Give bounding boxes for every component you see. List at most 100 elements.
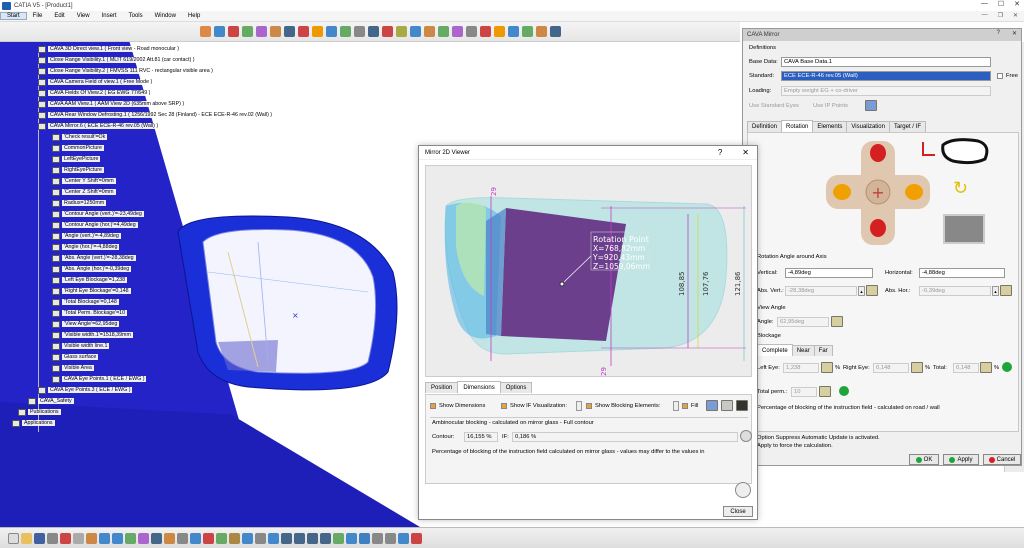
eye-points-picker-icon[interactable] [865,100,877,111]
vertical-angle-field[interactable]: -4,89deg [785,268,873,278]
right-eye-calculator-icon[interactable] [911,362,923,373]
show-blocking-checkbox[interactable] [586,403,592,409]
view-angle-calculator-icon[interactable] [831,316,843,327]
tree-item[interactable]: Applications [12,418,55,428]
tree-item[interactable]: CAVA_Safety [28,396,74,406]
tree-item[interactable]: CAVA Eye Points.1 ( ECE / EWG ) [52,374,147,384]
tool-icon[interactable] [466,26,477,37]
tree-item[interactable]: 'Total Blockage'=0,148 [52,297,119,307]
tool-icon[interactable] [125,532,136,544]
standard-dropdown[interactable]: ECE ECE-R-46 rev.05 (Wall) [781,71,991,81]
save-icon[interactable] [34,532,45,544]
tree-item[interactable]: CAVA Rear Window Defrosting.1 ( 1256/199… [38,110,275,120]
tree-item[interactable]: 'Abs. Angle (vert.)'=-28,38deg [52,253,136,263]
menu-insert[interactable]: Insert [96,13,123,19]
tool-icon[interactable] [200,26,211,37]
paste-icon[interactable] [86,532,97,544]
tool-icon[interactable] [203,532,214,544]
maximize-icon[interactable]: ☐ [998,0,1004,8]
abs-hor-spinner[interactable]: ▲ [992,286,999,296]
iso-view-icon[interactable] [346,532,357,544]
rotate-icon[interactable] [294,532,305,544]
tool-icon[interactable] [177,532,188,544]
tab-options[interactable]: Options [499,382,533,393]
zoom-in-icon[interactable] [307,532,318,544]
tool-icon[interactable] [410,26,421,37]
tree-item[interactable]: Close Range Visibility.1 ( MLIT 619/2002… [38,55,197,65]
tree-item[interactable]: LeftEyePicture [52,154,101,164]
doc-close-icon[interactable]: ✕ [1013,12,1018,19]
tool-icon[interactable] [550,26,561,37]
tree-item[interactable]: 'Total Perm. Blockage'=10 [52,308,128,318]
panel-help-icon[interactable]: ? [997,30,1000,37]
hide-show-icon[interactable] [372,532,383,544]
tree-item[interactable]: 'Angle (vert.)'=-4,89deg [52,231,121,241]
tool-icon[interactable] [242,26,253,37]
shading-icon[interactable] [359,532,370,544]
tree-item[interactable]: 'Center Y Shift'=0mm [52,176,116,186]
tree-item[interactable]: CAVA Eye Points.3 ( ECE / EWG ) [38,385,133,395]
formula-icon[interactable] [151,532,162,544]
tree-item[interactable]: 'Contour Angle (hor.)'=4,49deg [52,220,138,230]
tree-item[interactable]: CAVA Mirror.6 ( ECE ECE-R-46 rev.05 (Wal… [38,121,161,131]
use-ip-points-radio[interactable]: Use IP Points [813,103,848,109]
tool-icon[interactable] [354,26,365,37]
close-icon[interactable]: ✕ [1014,0,1020,8]
menu-view[interactable]: View [71,13,96,19]
screenshot-icon[interactable] [706,400,718,411]
tab-far[interactable]: Far [813,345,833,356]
tree-item[interactable]: 'Angle (hor.)'=-4,88deg [52,242,120,252]
tool-icon[interactable] [312,26,323,37]
tab-rotation[interactable]: Rotation [781,120,814,132]
viewer-help-icon[interactable]: ? [718,148,722,157]
reset-view-icon[interactable] [943,214,985,244]
tree-item[interactable]: 'Visible width.1'=1518,39mm [52,330,133,340]
save-icon[interactable] [736,400,748,411]
tab-dimensions[interactable]: Dimensions [457,381,501,393]
panel-close-icon[interactable]: ✕ [1012,30,1017,37]
tool-icon[interactable] [138,532,149,544]
viewer-close-icon[interactable]: ✕ [742,148,749,157]
tool-icon[interactable] [396,26,407,37]
refresh-icon[interactable] [740,430,752,442]
show-blocking-spinner[interactable] [673,401,679,411]
tree-item[interactable]: RightEyePicture [52,165,104,175]
viewer-close-button[interactable]: Close [723,506,753,517]
menu-start[interactable]: Start [0,12,27,20]
show-if-spinner[interactable] [576,401,582,411]
pan-icon[interactable] [281,532,292,544]
tab-visualization[interactable]: Visualization [846,121,890,132]
tool-icon[interactable] [438,26,449,37]
abs-hor-calculator-icon[interactable] [1000,285,1012,296]
tree-item[interactable]: 'Check result'=Ok [52,132,108,142]
tab-elements[interactable]: Elements [812,121,848,132]
tool-icon[interactable] [229,532,240,544]
tree-item[interactable]: 'Abs. Angle (hor.)'=-0,39deg [52,264,132,274]
tool-icon[interactable] [256,26,267,37]
left-eye-calculator-icon[interactable] [821,362,833,373]
rotate-left-arrow-icon[interactable] [833,184,851,200]
tree-item[interactable]: 'Center Z Shift'=0mm [52,187,116,197]
tree-item[interactable]: CAVA 3D Direct view.1 ( Front view - Roa… [38,44,182,54]
tree-item[interactable]: CAVA AAM View.1 ( AAM View 2D (635mm abo… [38,99,187,109]
tree-item[interactable]: Close Range Visibility.2 ( FMVSS 111 RVC… [38,66,215,76]
tool-icon[interactable] [536,26,547,37]
show-if-checkbox[interactable] [501,403,507,409]
tree-item[interactable]: 'Contour Angle (vert.)'=-23,49deg [52,209,144,219]
total-perm-calculator-icon[interactable] [819,386,831,397]
tab-target-if[interactable]: Target / IF [888,121,926,132]
tool-icon[interactable] [190,532,201,544]
base-data-field[interactable]: CAVA Base Data.1 [781,57,991,67]
tool-icon[interactable] [242,532,253,544]
tool-icon[interactable] [270,26,281,37]
menu-edit[interactable]: Edit [48,13,70,19]
tree-item[interactable]: 'Left Eye Blockage'=1,238 [52,275,128,285]
normal-view-icon[interactable] [333,532,344,544]
tool-icon[interactable] [228,26,239,37]
fly-mode-icon[interactable] [255,532,266,544]
swap-space-icon[interactable] [385,532,396,544]
tool-icon[interactable] [214,26,225,37]
fit-all-icon[interactable] [268,532,279,544]
tool-icon[interactable] [424,26,435,37]
free-checkbox[interactable] [997,73,1003,79]
